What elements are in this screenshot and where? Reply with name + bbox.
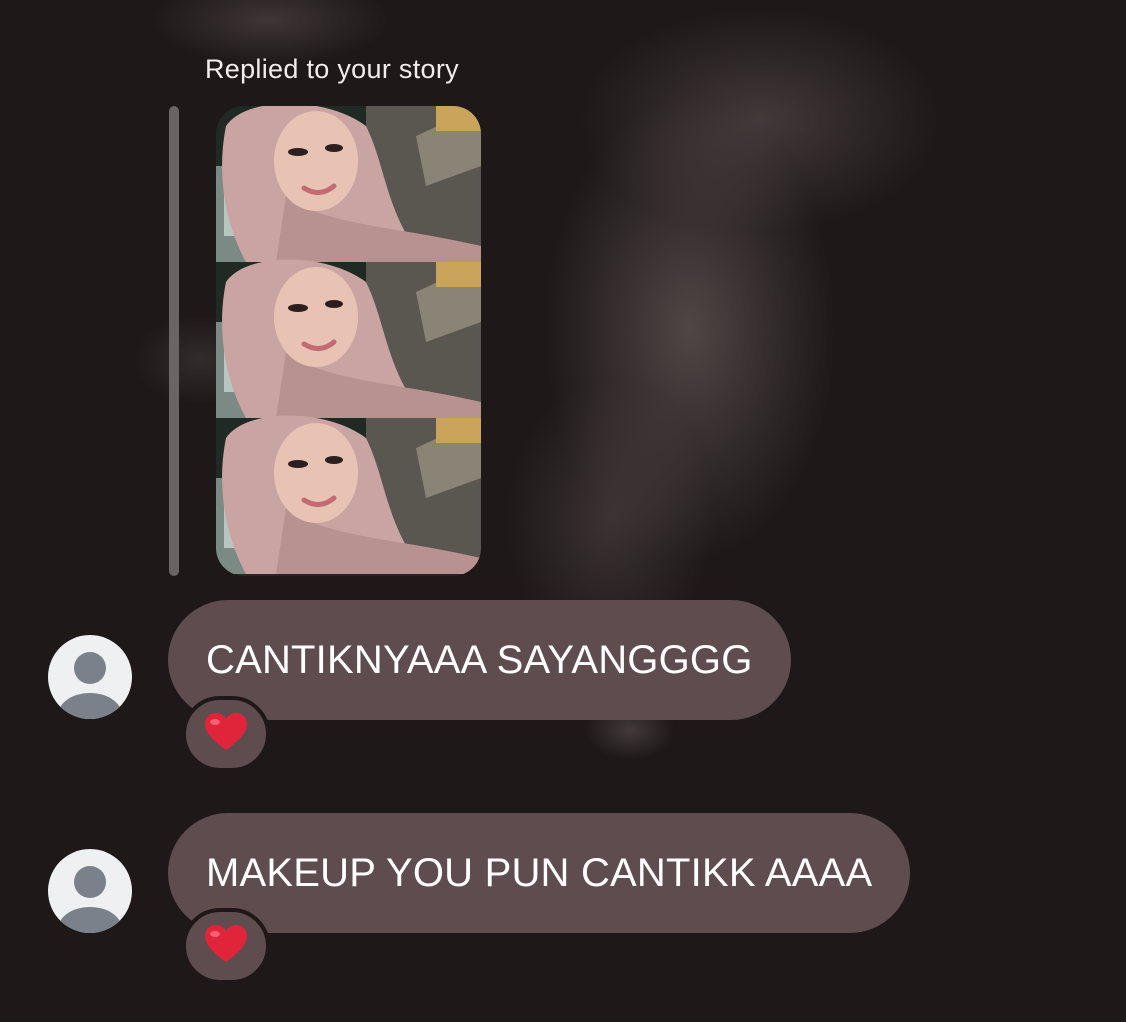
default-user-icon — [58, 652, 122, 719]
avatar[interactable] — [48, 849, 132, 933]
message-text: MAKEUP YOU PUN CANTIKK AAAA — [206, 851, 873, 895]
message-text: CANTIKNYAAA SAYANGGGG — [206, 638, 753, 682]
story-image — [216, 106, 481, 576]
heart-icon — [205, 925, 247, 962]
avatar[interactable] — [48, 635, 132, 719]
story-thumbnail[interactable] — [216, 106, 481, 576]
reaction-badge[interactable] — [182, 696, 270, 772]
default-user-icon — [58, 866, 122, 933]
message-bubble[interactable]: CANTIKNYAAA SAYANGGGG — [168, 600, 791, 720]
heart-icon — [205, 713, 247, 750]
message-bubble[interactable]: MAKEUP YOU PUN CANTIKK AAAA — [168, 813, 911, 933]
story-reply-caption: Replied to your story — [205, 54, 459, 84]
reaction-badge[interactable] — [182, 908, 270, 984]
reply-indicator-bar — [169, 106, 179, 576]
